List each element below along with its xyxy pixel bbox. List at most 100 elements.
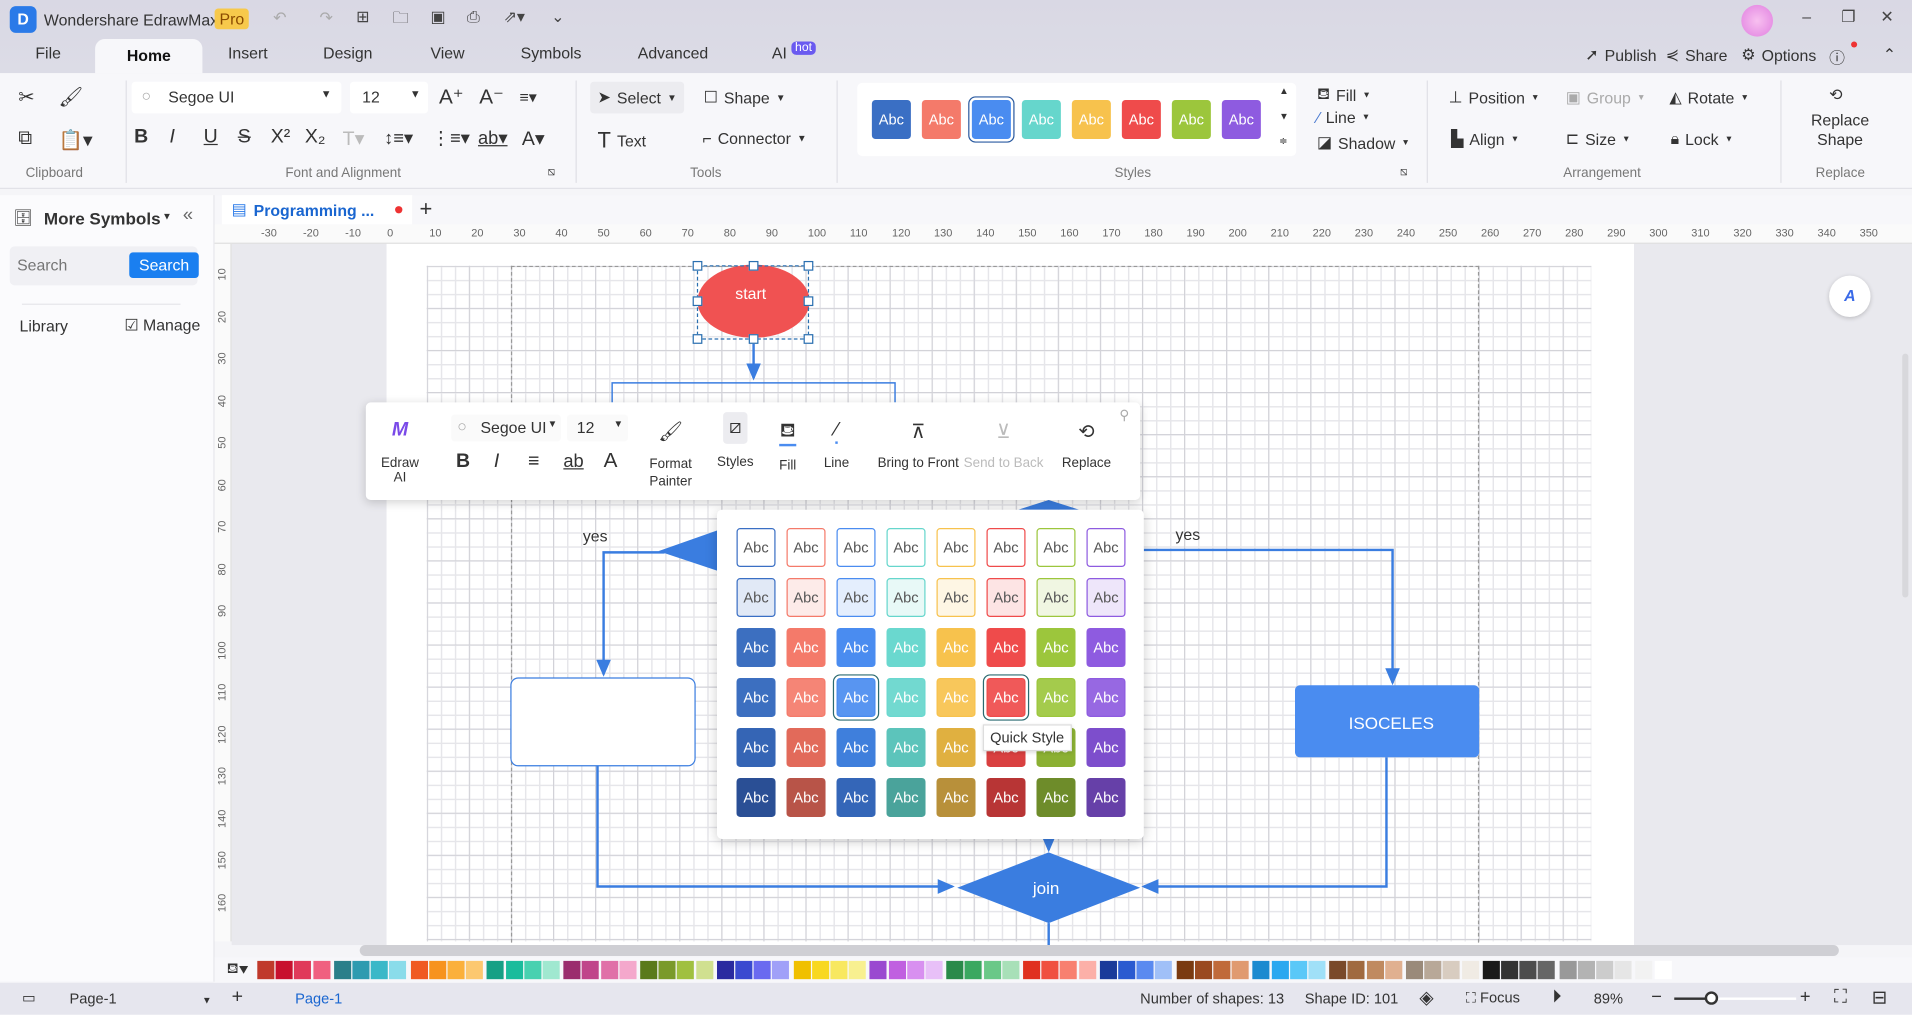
format-painter-button[interactable]: 🖌 Format Painter xyxy=(644,419,698,490)
color-swatch[interactable] xyxy=(1596,960,1614,980)
style-swatch[interactable]: Abc xyxy=(1121,99,1161,140)
color-swatch[interactable] xyxy=(487,960,505,980)
color-swatch[interactable] xyxy=(772,960,790,980)
align-icon[interactable]: ≡ xyxy=(528,451,539,473)
quick-style-cell[interactable]: Abc xyxy=(736,727,776,768)
quick-style-cell[interactable]: Abc xyxy=(1036,627,1076,668)
quick-style-cell[interactable]: Abc xyxy=(886,627,926,668)
font-color-icon[interactable]: A xyxy=(604,449,618,473)
resize-handle[interactable] xyxy=(803,296,814,307)
quick-style-cell[interactable]: Abc xyxy=(786,727,826,768)
resize-handle[interactable] xyxy=(692,260,703,271)
zoom-out-icon[interactable]: − xyxy=(1651,986,1662,1007)
color-swatch[interactable] xyxy=(1271,960,1289,980)
quick-style-cell[interactable]: Abc xyxy=(986,777,1026,817)
color-swatch[interactable] xyxy=(1231,960,1249,980)
color-swatch[interactable] xyxy=(658,960,676,980)
bold-icon[interactable]: B xyxy=(456,451,470,473)
layers-icon[interactable]: ◈ xyxy=(1419,986,1433,1009)
color-swatch[interactable] xyxy=(1405,960,1424,980)
color-swatch[interactable] xyxy=(830,960,848,980)
color-swatch[interactable] xyxy=(888,960,906,980)
color-swatch[interactable] xyxy=(716,960,734,980)
fill-button[interactable]: ⛾ Fill xyxy=(771,419,805,473)
color-swatch[interactable] xyxy=(1194,960,1212,980)
color-swatch[interactable] xyxy=(275,960,293,980)
quick-style-cell[interactable]: Abc xyxy=(1086,627,1126,668)
quick-style-cell[interactable]: Abc xyxy=(986,577,1026,618)
horizontal-scrollbar[interactable] xyxy=(359,945,1839,957)
quick-style-cell[interactable]: Abc xyxy=(1086,727,1126,768)
color-swatch[interactable] xyxy=(1654,960,1672,980)
quick-style-cell[interactable]: Abc xyxy=(736,777,776,817)
ft-font-select[interactable]: ○ Segoe UI ▼ xyxy=(451,414,561,442)
play-icon[interactable]: ⏵ xyxy=(1552,986,1561,1007)
send-to-back-button[interactable]: ⊻ Send to Back xyxy=(963,419,1044,471)
color-swatch[interactable] xyxy=(1252,960,1270,980)
color-swatch[interactable] xyxy=(428,960,447,980)
quick-style-cell[interactable]: Abc xyxy=(886,677,926,718)
quick-style-cell[interactable]: Abc xyxy=(936,777,976,817)
color-swatch[interactable] xyxy=(1366,960,1384,980)
color-swatch[interactable] xyxy=(677,960,695,980)
style-swatch[interactable]: Abc xyxy=(921,99,961,140)
quick-style-cell[interactable]: Abc xyxy=(1036,577,1076,618)
add-page-icon[interactable]: + xyxy=(232,986,243,1008)
color-swatch[interactable] xyxy=(1023,960,1041,980)
zoom-slider-knob[interactable] xyxy=(1704,991,1719,1005)
zoom-level[interactable]: 89% xyxy=(1594,990,1623,1007)
color-swatch[interactable] xyxy=(447,960,465,980)
edraw-ai-button[interactable]: M Edraw AI xyxy=(373,419,427,485)
resize-handle[interactable] xyxy=(748,334,759,344)
color-swatch[interactable] xyxy=(925,960,943,980)
quick-style-cell[interactable]: Abc xyxy=(736,528,776,568)
color-swatch[interactable] xyxy=(983,960,1001,980)
highlight-icon[interactable]: ab xyxy=(563,451,583,472)
color-swatch[interactable] xyxy=(1384,960,1403,980)
vertical-scrollbar[interactable] xyxy=(1902,353,1909,598)
color-swatch[interactable] xyxy=(619,960,637,980)
quick-style-cell[interactable]: Abc xyxy=(936,577,976,618)
quick-style-cell[interactable]: Abc xyxy=(886,777,926,817)
color-swatch[interactable] xyxy=(1060,960,1078,980)
color-swatch[interactable] xyxy=(1136,960,1154,980)
color-swatch[interactable] xyxy=(1635,960,1653,980)
color-swatch[interactable] xyxy=(1443,960,1461,980)
quick-style-cell[interactable]: Abc xyxy=(1036,528,1076,568)
quick-style-cell[interactable]: Abc xyxy=(836,777,876,817)
color-swatch[interactable] xyxy=(965,960,983,980)
pin-icon[interactable]: ⚲ xyxy=(1119,407,1129,423)
color-swatch[interactable] xyxy=(1424,960,1442,980)
color-swatch[interactable] xyxy=(1559,960,1577,980)
color-swatch[interactable] xyxy=(524,960,542,980)
color-swatch[interactable] xyxy=(1482,960,1500,980)
color-swatch[interactable] xyxy=(505,960,523,980)
color-swatch[interactable] xyxy=(1078,960,1096,980)
quick-style-cell[interactable]: Abc xyxy=(836,727,876,768)
quick-style-cell[interactable]: Abc xyxy=(936,677,976,718)
quick-style-cell[interactable]: Abc xyxy=(786,777,826,817)
color-swatch[interactable] xyxy=(1614,960,1632,980)
color-swatch[interactable] xyxy=(1347,960,1365,980)
bring-to-front-button[interactable]: ⊼ Bring to Front xyxy=(873,419,963,471)
quick-style-cell[interactable]: Abc xyxy=(1086,677,1126,718)
quick-style-cell[interactable]: Abc xyxy=(786,677,826,718)
resize-handle[interactable] xyxy=(803,334,814,344)
quick-style-cell[interactable]: Abc xyxy=(982,674,1030,721)
zoom-in-icon[interactable]: + xyxy=(1800,986,1811,1007)
fit-width-icon[interactable]: ⊟ xyxy=(1872,986,1887,1009)
page-select[interactable]: Page-1 ▼ xyxy=(70,990,212,1007)
zoom-slider[interactable] xyxy=(1674,991,1797,1005)
color-swatch[interactable] xyxy=(1099,960,1117,980)
fit-page-icon[interactable]: ⛶ xyxy=(1834,986,1847,1007)
style-swatch[interactable]: Abc xyxy=(871,99,911,140)
quick-style-cell[interactable]: Abc xyxy=(936,528,976,568)
quick-style-cell[interactable]: Abc xyxy=(986,528,1026,568)
color-swatch[interactable] xyxy=(563,960,581,980)
start-label[interactable]: start xyxy=(735,284,766,302)
style-swatch[interactable]: Abc xyxy=(1171,99,1211,140)
styles-button[interactable]: ⧄ Styles xyxy=(716,412,755,488)
edraw-ai-floating-button[interactable]: A xyxy=(1829,275,1871,318)
color-swatch[interactable] xyxy=(1308,960,1326,980)
color-swatch[interactable] xyxy=(640,960,658,980)
